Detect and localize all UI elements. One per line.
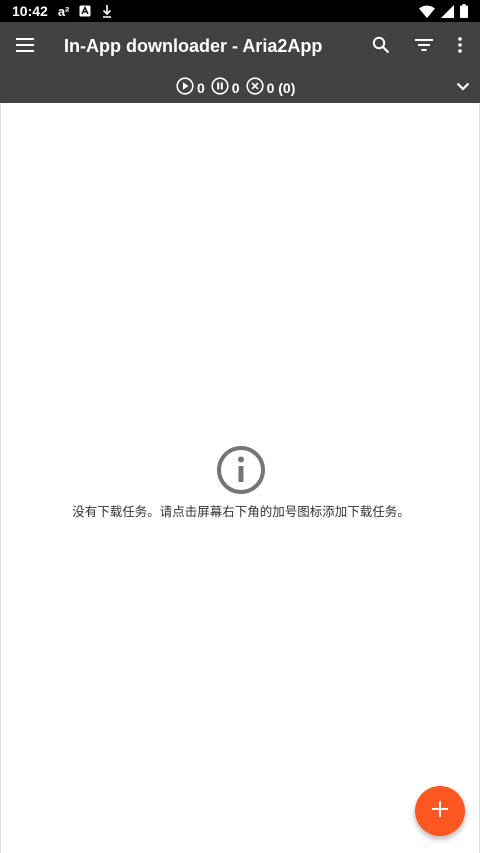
search-button[interactable]: [368, 34, 394, 60]
play-circle-icon: [176, 77, 194, 98]
status-right: [419, 4, 468, 18]
paused-count-value: 0: [231, 79, 240, 96]
app-bar: In-App downloader - Aria2App 0 0 0 (0): [0, 22, 480, 103]
screen: 10:42 a² In-App downloader - Aria2App 0 …: [0, 0, 480, 853]
cancel-circle-icon: [245, 77, 264, 98]
status-left: 10:42 a²: [12, 3, 113, 19]
active-count: 0: [176, 77, 205, 98]
chevron-down-icon: [456, 78, 470, 96]
downloads-list: 没有下载任务。请点击屏幕右下角的加号图标添加下载任务。: [0, 103, 480, 853]
active-count-value: 0: [197, 79, 205, 96]
paused-count: 0: [211, 77, 240, 98]
a-square-icon: [79, 5, 91, 17]
filter-button[interactable]: [411, 34, 437, 60]
empty-state: 没有下载任务。请点击屏幕右下角的加号图标添加下载任务。: [1, 445, 480, 520]
font-size-icon: a²: [57, 3, 70, 19]
add-icon: [432, 800, 448, 822]
signal-icon: [441, 4, 454, 18]
pause-circle-icon: [211, 77, 229, 98]
search-icon: [372, 36, 390, 59]
wifi-icon: [419, 5, 435, 18]
download-arrow-icon: [101, 4, 113, 18]
error-count-value: 0 (0): [266, 79, 296, 96]
more-vert-icon: [458, 36, 462, 58]
add-download-button[interactable]: [415, 786, 465, 836]
download-counts: 0 0 0 (0): [176, 77, 295, 98]
download-counts-bar: 0 0 0 (0): [0, 74, 480, 100]
menu-icon: [16, 37, 34, 57]
battery-icon: [460, 4, 468, 18]
page-title: In-App downloader - Aria2App: [64, 36, 323, 56]
toolbar: In-App downloader - Aria2App: [0, 22, 480, 72]
info-icon: [216, 445, 266, 495]
menu-button[interactable]: [12, 34, 38, 60]
status-bar: 10:42 a²: [0, 0, 480, 22]
empty-message: 没有下载任务。请点击屏幕右下角的加号图标添加下载任务。: [72, 504, 410, 519]
expand-button[interactable]: [452, 76, 474, 98]
status-time: 10:42: [12, 3, 48, 19]
filter-icon: [415, 38, 433, 56]
more-options-button[interactable]: [447, 34, 473, 60]
error-count: 0 (0): [245, 77, 296, 98]
